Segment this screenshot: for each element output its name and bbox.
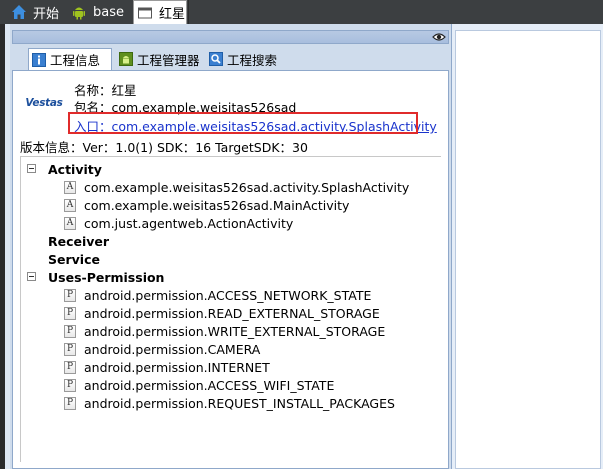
permission-icon: P [64,378,76,392]
entry-highlight-box [68,112,418,134]
activity-item-label: com.just.agentweb.ActionActivity [84,215,294,231]
project-tabs: 工程信息 工程管理器 工程搜索 [12,48,449,70]
activity-item[interactable]: A com.example.weisitas526sad.activity.Sp… [64,178,409,196]
tab-project-manager[interactable]: 工程管理器 [116,49,200,69]
permission-icon: P [64,342,76,356]
activity-icon: A [64,198,76,212]
activity-item[interactable]: A com.just.agentweb.ActionActivity [64,214,293,232]
tab-project[interactable]: 红星 [133,0,187,24]
tab-home[interactable]: 开始 [11,0,59,24]
panel-header-strip [12,30,449,44]
permission-item[interactable]: P android.permission.ACCESS_NETWORK_STAT… [64,286,371,304]
activity-item-label: com.example.weisitas526sad.activity.Spla… [84,179,410,195]
android-icon [73,7,85,20]
permission-item-label: android.permission.REQUEST_INSTALL_PACKA… [84,395,395,411]
tab-base-label: base [93,4,124,20]
tab-project-info[interactable]: 工程信息 [28,48,112,70]
document-tab-bar: 开始 base 红星 [0,0,603,24]
permission-icon: P [64,324,76,338]
permission-icon: P [64,360,76,374]
app-logo-text: Vestas [25,97,63,109]
permission-collapse-toggle[interactable] [27,272,36,281]
permission-item[interactable]: P android.permission.WRITE_EXTERNAL_STOR… [64,322,385,340]
activity-collapse-toggle[interactable] [27,164,36,173]
permission-item-label: android.permission.WRITE_EXTERNAL_STORAG… [84,323,386,339]
tab-project-search-label: 工程搜索 [227,52,278,68]
tree-node-uses-permission-label: Uses-Permission [48,269,165,285]
tree-node-receiver[interactable]: Receiver [48,232,109,250]
android-icon [119,52,133,66]
activity-item[interactable]: A com.example.weisitas526sad.MainActivit… [64,196,349,214]
tab-home-label: 开始 [33,6,60,22]
tree-node-activity-label: Activity [48,161,102,177]
permission-item-label: android.permission.ACCESS_WIFI_STATE [84,377,335,393]
tab-project-label: 红星 [159,7,186,22]
home-icon [12,5,26,19]
search-icon [209,52,223,66]
app-logo: Vestas [24,87,64,119]
permission-item-label: android.permission.INTERNET [84,359,270,375]
tab-base[interactable]: base [71,0,124,24]
left-gutter-inner [5,24,10,469]
tree-node-service[interactable]: Service [48,250,100,268]
app-version: 版本信息：Ver：1.0(1) SDK：16 TargetSDK：30 [20,140,308,155]
window-icon [138,7,152,18]
permission-item-label: android.permission.ACCESS_NETWORK_STATE [84,287,372,303]
permission-item-label: android.permission.CAMERA [84,341,261,357]
activity-icon: A [64,180,76,194]
permission-item[interactable]: P android.permission.REQUEST_INSTALL_PAC… [64,394,395,412]
tab-project-search[interactable]: 工程搜索 [206,49,277,69]
permission-icon: P [64,288,76,302]
activity-item-label: com.example.weisitas526sad.MainActivity [84,197,350,213]
permission-item[interactable]: P android.permission.INTERNET [64,358,270,376]
permission-item[interactable]: P android.permission.READ_EXTERNAL_STORA… [64,304,380,322]
eye-icon[interactable] [432,31,446,43]
tree-node-receiver-label: Receiver [48,233,110,249]
side-panel-content [455,30,601,469]
tree-node-service-label: Service [48,251,100,267]
activity-icon: A [64,216,76,230]
tab-separator [188,0,189,24]
tree-node-activity[interactable]: Activity [48,160,102,178]
permission-item[interactable]: P android.permission.ACCESS_WIFI_STATE [64,376,334,394]
permission-icon: P [64,306,76,320]
app-window: 开始 base 红星 工程信息 工程管理器 工程搜索 Vestas 名称：红星 … [0,0,603,469]
permission-item-label: android.permission.READ_EXTERNAL_STORAGE [84,305,380,321]
info-icon [32,52,46,67]
permission-icon: P [64,396,76,410]
tree-node-uses-permission[interactable]: Uses-Permission [48,268,164,286]
permission-item[interactable]: P android.permission.CAMERA [64,340,260,358]
tab-project-info-label: 工程信息 [50,53,101,68]
tab-project-manager-label: 工程管理器 [137,52,200,68]
